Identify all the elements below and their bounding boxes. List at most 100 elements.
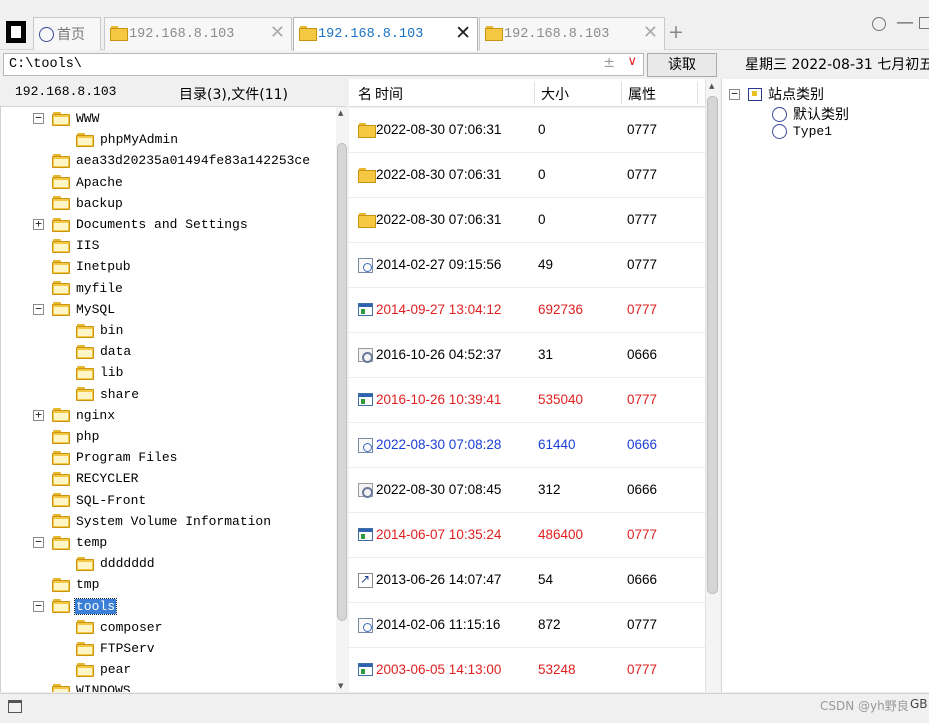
site-category-root[interactable]: − 站点类别 <box>729 84 824 104</box>
chevron-down-icon[interactable]: ∨ <box>627 54 637 69</box>
close-tab-icon[interactable]: ✕ <box>643 23 658 43</box>
app-logo-icon[interactable] <box>6 21 26 43</box>
close-tab-icon[interactable]: ✕ <box>455 23 471 43</box>
tab-host-3[interactable]: 192.168.8.103 ✕ <box>479 17 665 50</box>
column-attributes[interactable]: 属性 <box>628 84 656 104</box>
site-category-item[interactable]: 默认类别 <box>772 104 849 124</box>
tree-item[interactable]: phpMyAdmin <box>76 129 179 150</box>
file-row[interactable]: 2022-08-30 07:08:45 312 0666 <box>349 468 705 513</box>
tree-item[interactable]: + Documents and Settings <box>33 214 249 235</box>
column-name[interactable]: 名 <box>358 84 372 104</box>
file-row[interactable]: 2022-08-30 07:08:28 61440 0666 <box>349 423 705 468</box>
file-row[interactable]: 2016-10-26 04:52:37 31 0666 <box>349 333 705 378</box>
collapse-icon[interactable]: − <box>33 303 44 315</box>
file-row[interactable]: 2016-10-26 10:39:41 535040 0777 <box>349 378 705 423</box>
file-time: 2022-08-30 07:08:45 <box>376 482 502 497</box>
path-input[interactable]: C:\tools\ ± ∨ <box>3 53 644 76</box>
tree-item-label: Program Files <box>76 450 178 466</box>
tree-item[interactable]: Apache <box>52 172 124 193</box>
collapse-icon[interactable]: − <box>729 88 740 100</box>
scroll-up-icon[interactable]: ▲ <box>709 82 714 90</box>
plus-minus-icon[interactable]: ± <box>603 55 615 71</box>
folder-icon <box>52 471 70 486</box>
tree-item[interactable]: FTPServ <box>76 638 156 659</box>
scroll-up-icon[interactable]: ▲ <box>338 109 343 117</box>
file-size: 872 <box>538 617 561 632</box>
tree-item[interactable]: php <box>52 426 100 447</box>
file-row[interactable]: 2014-02-06 11:15:16 872 0777 <box>349 603 705 648</box>
file-size: 0 <box>538 122 546 137</box>
tree-item-label: Apache <box>76 174 123 190</box>
tree-item-label: backup <box>76 195 123 211</box>
file-row[interactable]: 2022-08-30 07:06:31 0 0777 <box>349 198 705 243</box>
expand-icon[interactable]: + <box>33 409 44 421</box>
tree-item[interactable]: share <box>76 384 140 405</box>
file-row[interactable]: 2013-06-26 14:07:47 54 0666 <box>349 558 705 603</box>
column-time[interactable]: 时间 <box>375 84 403 104</box>
file-row[interactable]: 2014-06-07 10:35:24 486400 0777 <box>349 513 705 558</box>
site-category-item[interactable]: Type1 <box>772 124 832 139</box>
file-row[interactable]: 2014-09-27 13:04:12 692736 0777 <box>349 288 705 333</box>
close-tab-icon[interactable]: ✕ <box>270 23 285 43</box>
collapse-icon[interactable]: − <box>33 112 44 124</box>
scroll-down-icon[interactable]: ▼ <box>338 682 343 690</box>
tree-item-label: SQL-Front <box>76 492 147 508</box>
tree-item[interactable]: WINDOWS <box>52 680 132 692</box>
folder-icon <box>52 514 70 529</box>
tree-item[interactable]: composer <box>76 617 163 638</box>
collapse-icon[interactable]: − <box>33 600 44 612</box>
column-divider[interactable] <box>621 82 622 104</box>
tree-item[interactable]: lib <box>76 362 124 383</box>
tree-item[interactable]: ddddddd <box>76 553 156 574</box>
tree-item[interactable]: − temp <box>33 532 108 553</box>
tree-item[interactable]: backup <box>52 193 124 214</box>
file-size: 535040 <box>538 392 584 407</box>
file-row[interactable]: 2022-08-30 07:06:31 0 0777 <box>349 108 705 153</box>
file-row[interactable]: 2003-06-05 14:13:00 53248 0777 <box>349 648 705 692</box>
tree-item[interactable]: aea33d20235a01494fe83a142253ce <box>52 150 311 171</box>
tree-item[interactable]: Program Files <box>52 447 178 468</box>
tree-item[interactable]: − WWW <box>33 108 100 129</box>
column-divider[interactable] <box>697 82 698 104</box>
tree-scrollbar-thumb[interactable] <box>337 143 347 621</box>
config-icon <box>358 348 373 363</box>
new-tab-button[interactable]: + <box>668 20 684 44</box>
file-list[interactable]: 2022-08-30 07:06:31 0 0777 2022-08-30 07:06… <box>349 108 705 692</box>
minimize-button[interactable]: — <box>896 10 914 36</box>
window-icon[interactable] <box>8 700 22 713</box>
tree-item[interactable]: bin <box>76 320 124 341</box>
file-list-scrollbar-thumb[interactable] <box>707 96 718 594</box>
file-row[interactable]: 2022-08-30 07:06:31 0 0777 <box>349 153 705 198</box>
file-attributes: 0777 <box>627 257 658 272</box>
site-category-label: 站点类别 <box>768 87 824 103</box>
tree-item[interactable]: tmp <box>52 574 100 595</box>
window-menu-icon[interactable] <box>872 17 886 31</box>
tree-item[interactable]: − tools <box>33 596 118 617</box>
tree-item[interactable]: RECYCLER <box>52 468 139 489</box>
file-time: 2014-02-06 11:15:16 <box>376 617 501 632</box>
column-size[interactable]: 大小 <box>541 84 569 104</box>
tree-item[interactable]: SQL-Front <box>52 490 147 511</box>
tree-item[interactable]: Inetpub <box>52 256 132 277</box>
column-divider[interactable] <box>534 82 535 104</box>
file-attributes: 0666 <box>627 572 658 587</box>
tree-item-label: myfile <box>76 280 123 296</box>
tab-host-2[interactable]: 192.168.8.103 ✕ <box>293 17 478 51</box>
tab-home[interactable]: 首页 <box>33 17 101 50</box>
tree-item[interactable]: System Volume Information <box>52 511 272 532</box>
tree-item-label: Documents and Settings <box>76 217 248 232</box>
file-row[interactable]: 2014-02-27 09:15:56 49 0777 <box>349 243 705 288</box>
expand-icon[interactable]: + <box>33 218 44 230</box>
tree-item[interactable]: − MySQL <box>33 299 116 320</box>
directory-tree[interactable]: − WWW phpMyAdmin aea33d20235a01494fe83a1422… <box>0 107 336 692</box>
read-button[interactable]: 读取 <box>647 53 717 77</box>
tree-item[interactable]: myfile <box>52 278 124 299</box>
tree-item[interactable]: IIS <box>52 235 100 256</box>
tab-host-1[interactable]: 192.168.8.103 ✕ <box>104 17 292 50</box>
tree-item[interactable]: data <box>76 341 132 362</box>
maximize-button[interactable] <box>919 17 929 29</box>
tree-item[interactable]: pear <box>76 659 132 680</box>
collapse-icon[interactable]: − <box>33 536 44 548</box>
folder-icon <box>52 281 70 296</box>
tree-item[interactable]: + nginx <box>33 405 116 426</box>
